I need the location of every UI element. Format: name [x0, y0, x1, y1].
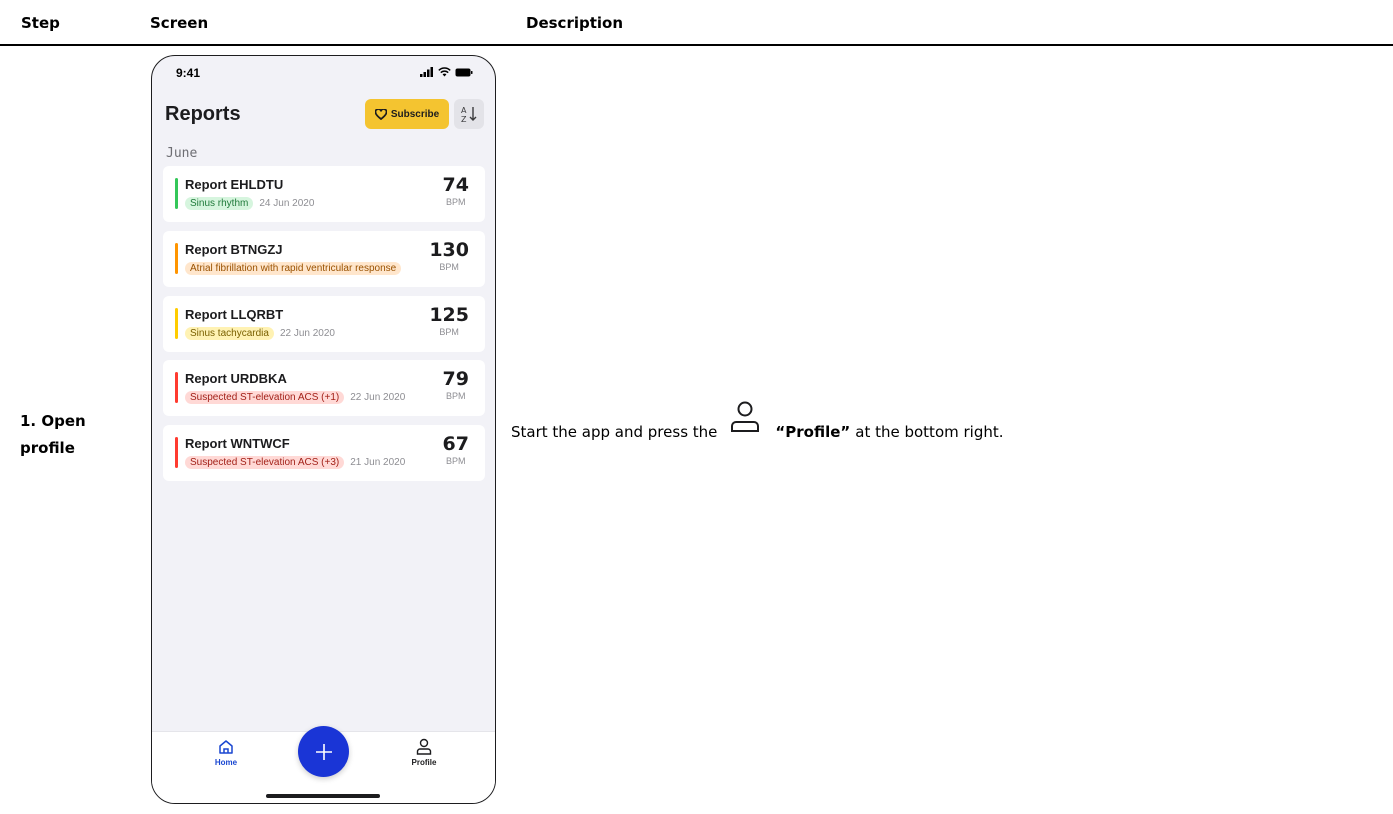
status-time: 9:41: [176, 66, 201, 80]
report-meta: Sinus tachycardia 22 Jun 2020: [185, 327, 335, 340]
profile-icon: [731, 401, 760, 432]
report-meta: Atrial fibrillation with rapid ventricul…: [185, 262, 407, 275]
step-description: Start the app and press the “Profile” at…: [511, 401, 1004, 450]
bpm-unit: BPM: [439, 327, 459, 337]
step-label-line2: profile: [20, 439, 75, 457]
subscribe-button[interactable]: Subscribe: [365, 99, 449, 129]
tab-profile[interactable]: Profile: [394, 738, 454, 767]
bpm-value: 130: [429, 239, 469, 261]
rhythm-tag: Sinus rhythm: [185, 197, 254, 210]
report-name: Report URDBKA: [185, 371, 287, 386]
battery-icon: [455, 68, 473, 76]
bpm-value: 74: [442, 174, 469, 196]
report-date: 24 Jun 2020: [259, 198, 315, 209]
subscribe-label: Subscribe: [390, 108, 440, 120]
report-name: Report BTNGZJ: [185, 242, 283, 257]
bpm-unit: BPM: [439, 262, 459, 272]
tab-profile-label: Profile: [411, 758, 437, 767]
sort-az-icon: AZ: [461, 106, 477, 124]
report-card[interactable]: Report EHLDTU Sinus rhythm 24 Jun 2020 74 BP…: [163, 166, 485, 222]
description-text-end: at the bottom right.: [855, 423, 1004, 441]
bpm-readout: 125 BPM: [429, 304, 469, 337]
description-text-start: Start the app and press the: [511, 423, 718, 441]
svg-text:Z: Z: [461, 115, 467, 124]
report-card[interactable]: Report URDBKA Suspected ST-elevation ACS …: [163, 360, 485, 416]
report-status-bar: [175, 243, 178, 274]
bpm-value: 125: [429, 304, 469, 326]
header-description: Description: [526, 14, 624, 32]
report-card[interactable]: Report BTNGZJ Atrial fibrillation with ra…: [163, 231, 485, 287]
report-date: 22 Jun 2020: [279, 328, 335, 339]
sort-button[interactable]: AZ: [454, 99, 484, 129]
rhythm-tag: Sinus tachycardia: [185, 327, 274, 340]
bpm-readout: 79 BPM: [443, 368, 469, 401]
report-status-bar: [175, 308, 178, 339]
tab-home-label: Home: [214, 758, 238, 767]
signal-icon: [420, 67, 433, 77]
bpm-unit: BPM: [446, 391, 466, 401]
svg-text:A: A: [461, 106, 467, 115]
report-status-bar: [175, 372, 178, 403]
report-meta: Suspected ST-elevation ACS (+1) 22 Jun 20…: [185, 391, 405, 404]
heart-icon: [374, 108, 387, 120]
report-name: Report EHLDTU: [185, 177, 284, 192]
step-label-line1: 1. Open: [20, 412, 86, 430]
profile-icon: [416, 738, 432, 755]
header-screen: Screen: [150, 14, 209, 32]
month-section-label: June: [166, 146, 198, 161]
bpm-unit: BPM: [446, 197, 466, 207]
add-report-button[interactable]: [298, 726, 349, 777]
status-bar: 9:41: [152, 56, 495, 94]
table-header: Step Screen Description: [0, 0, 1393, 46]
report-name: Report LLQRBT: [185, 307, 284, 322]
status-icons: [420, 67, 473, 77]
page-title: Reports: [165, 103, 241, 125]
report-status-bar: [175, 437, 178, 468]
rhythm-tag: Atrial fibrillation with rapid ventricul…: [185, 262, 402, 275]
report-status-bar: [175, 178, 178, 209]
bpm-value: 79: [442, 368, 469, 390]
bpm-value: 67: [442, 433, 469, 455]
description-profile-label: “Profile”: [775, 423, 851, 441]
report-meta: Sinus rhythm 24 Jun 2020: [185, 197, 314, 210]
report-name: Report WNTWCF: [185, 436, 290, 451]
plus-icon: [315, 743, 332, 760]
rhythm-tag: Suspected ST-elevation ACS (+1): [185, 391, 345, 404]
home-icon: [219, 740, 233, 754]
phone-screen: 9:41 Reports Subscribe AZ June Report EH…: [151, 55, 496, 804]
bpm-readout: 130 BPM: [429, 239, 469, 272]
report-date: 21 Jun 2020: [350, 457, 406, 468]
header-step: Step: [21, 14, 60, 32]
report-card[interactable]: Report WNTWCF Suspected ST-elevation ACS …: [163, 425, 485, 481]
rhythm-tag: Suspected ST-elevation ACS (+3): [185, 456, 345, 469]
bpm-readout: 67 BPM: [443, 433, 469, 466]
bpm-unit: BPM: [446, 456, 466, 466]
report-card[interactable]: Report LLQRBT Sinus tachycardia 22 Jun 202…: [163, 296, 485, 352]
tab-home[interactable]: Home: [196, 738, 256, 767]
home-indicator: [266, 794, 380, 798]
report-date: 22 Jun 2020: [350, 392, 406, 403]
bpm-readout: 74 BPM: [443, 174, 469, 207]
step-label: 1. Open profile: [20, 408, 86, 462]
wifi-icon: [438, 67, 451, 77]
report-meta: Suspected ST-elevation ACS (+3) 21 Jun 20…: [185, 456, 405, 469]
